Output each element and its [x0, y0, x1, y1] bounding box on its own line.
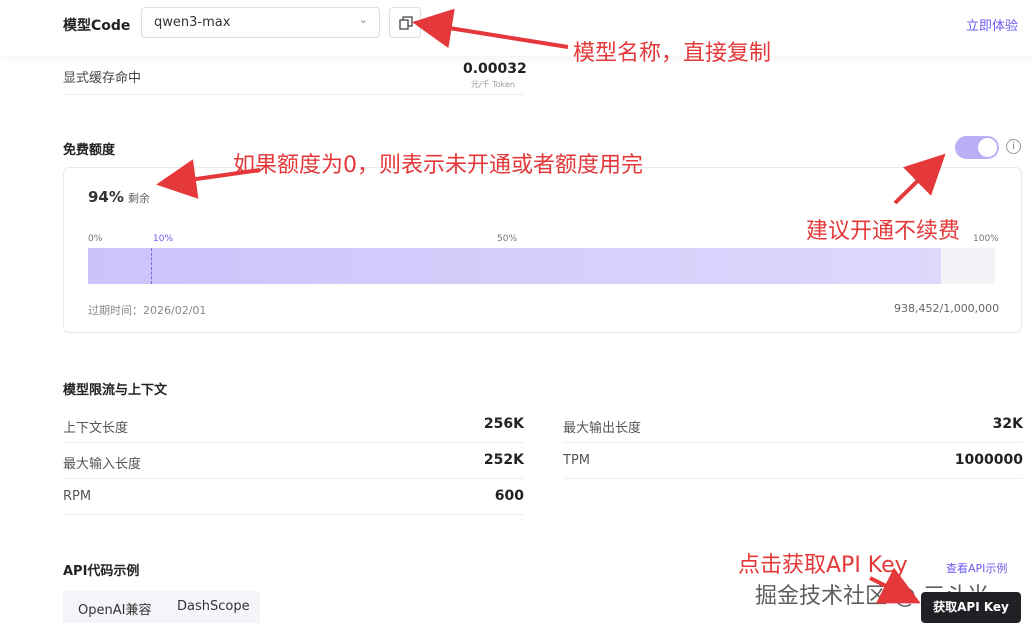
- annotation-arrows: [156, 8, 946, 604]
- arrow-model-name: [412, 8, 569, 49]
- arrow-renew: [893, 153, 946, 205]
- annotation-model-name: 模型名称，直接复制: [573, 41, 772, 66]
- annotation-renew: 建议开通不续费: [806, 219, 961, 244]
- arrow-get-key: [869, 567, 921, 604]
- annotation-quota-zero: 如果额度为0，则表示未开通或者额度用完: [233, 153, 643, 178]
- annotation-get-key: 点击获取API Key: [738, 553, 908, 578]
